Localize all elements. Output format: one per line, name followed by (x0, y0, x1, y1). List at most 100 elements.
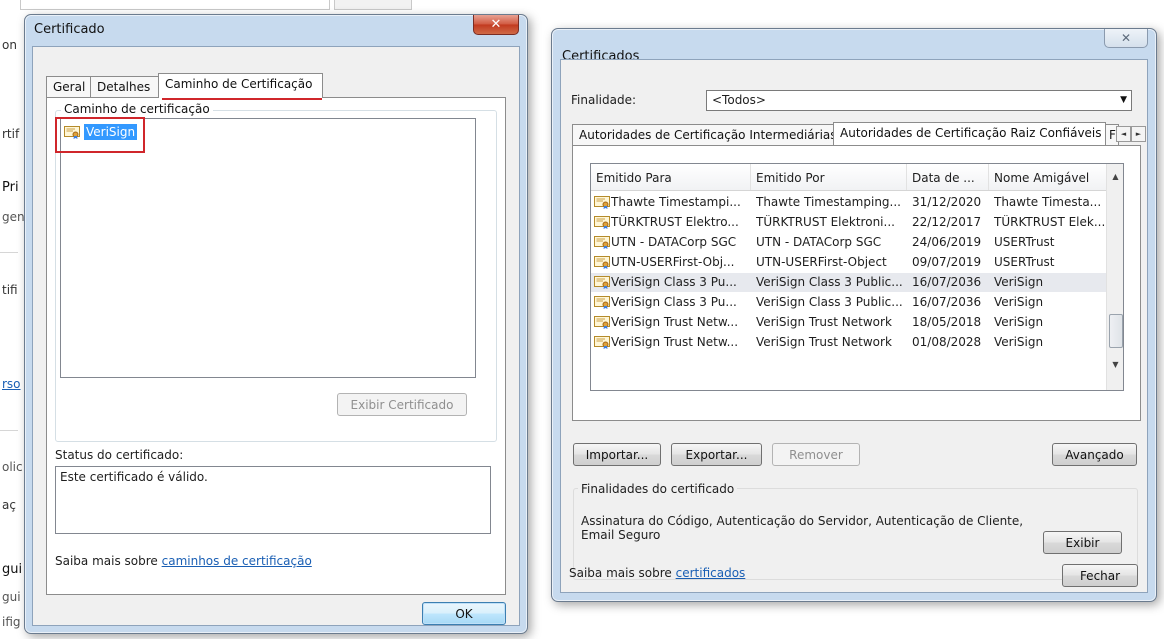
table-cell: UTN-USERFirst-Object (756, 255, 887, 269)
tab-trusted-root-authorities[interactable]: Autoridades de Certificação Raiz Confiáv… (833, 122, 1106, 145)
purpose-label: Finalidade: (571, 93, 637, 107)
annotation-box (55, 117, 145, 153)
table-cell: 18/05/2018 (912, 315, 982, 329)
background-input (20, 0, 330, 10)
certificate-dialog-body: Geral Detalhes Caminho de Certificação C… (32, 46, 520, 626)
background-divider (0, 430, 18, 431)
certificate-dialog-title: Certificado (34, 22, 105, 37)
tab-details[interactable]: Detalhes (90, 76, 159, 97)
background-toolbar (0, 0, 420, 14)
certificate-icon (594, 296, 610, 309)
background-text: rtif (2, 127, 20, 141)
column-expiration[interactable]: Data de ... (907, 164, 989, 190)
table-row[interactable]: UTN - DATACorp SGC UTN - DATACorp SGC 24/0… (591, 233, 1115, 252)
certificate-icon (594, 236, 610, 249)
table-row[interactable]: VeriSign Class 3 Pu... VeriSign Class 3 P… (591, 293, 1115, 312)
table-row[interactable]: TÜRKTRUST Elektro... TÜRKTRUST Elektroni.… (591, 213, 1115, 232)
table-row[interactable]: Thawte Timestampi... Thawte Timestamping.… (591, 193, 1115, 212)
certificates-dialog-body: Finalidade: <Todos> ▼ Autoridades de Cer… (560, 59, 1148, 593)
table-row[interactable]: VeriSign Trust Netw... VeriSign Trust Net… (591, 333, 1115, 352)
purposes-group-label: Finalidades do certificado (578, 482, 738, 496)
export-button[interactable]: Exportar... (671, 443, 762, 466)
status-textbox[interactable]: Este certificado é válido. (55, 466, 491, 534)
certification-path-tree[interactable]: VeriSign (60, 118, 476, 378)
table-cell: VeriSign Class 3 Pu... (594, 275, 737, 289)
column-issued-to[interactable]: Emitido Para (591, 164, 751, 190)
learn-more-prefix: Saiba mais sobre (55, 554, 162, 568)
table-cell: VeriSign Trust Network (756, 315, 892, 329)
table-cell: UTN - DATACorp SGC (756, 235, 882, 249)
table-cell: UTN - DATACorp SGC (594, 235, 736, 249)
scroll-right-icon[interactable]: ► (1131, 126, 1146, 142)
view-button[interactable]: Exibir (1043, 531, 1122, 554)
certificates-dialog-titlebar[interactable]: Certificados ✕ (552, 29, 1156, 64)
table-cell: Thawte Timesta... (994, 195, 1102, 209)
table-row[interactable]: UTN-USERFirst-Obj... UTN-USERFirst-Object… (591, 253, 1115, 272)
table-cell: VeriSign Trust Network (756, 335, 892, 349)
ok-button[interactable]: OK (422, 602, 506, 625)
table-cell: 01/08/2028 (912, 335, 982, 349)
table-cell-text: Thawte Timestampi... (611, 195, 741, 209)
background-text: gen (2, 210, 25, 224)
scroll-down-icon[interactable]: ▼ (1107, 356, 1123, 373)
table-cell: UTN-USERFirst-Obj... (594, 255, 735, 269)
import-button[interactable]: Importar... (573, 443, 661, 466)
tab-scroll-buttons: ◄ ► (1116, 126, 1146, 142)
certificate-icon (594, 276, 610, 289)
certificate-dialog-titlebar[interactable]: Certificado ✕ (25, 15, 527, 45)
tab-general[interactable]: Geral (46, 76, 91, 97)
view-certificate-button[interactable]: Exibir Certificado (337, 393, 467, 416)
purposes-line: Email Seguro (581, 528, 661, 542)
table-cell-text: VeriSign Trust Netw... (611, 315, 739, 329)
certificate-dialog: Certificado ✕ Geral Detalhes Caminho de … (24, 14, 528, 634)
background-text: on (2, 38, 17, 52)
table-row[interactable]: VeriSign Class 3 Pu... VeriSign Class 3 P… (591, 273, 1115, 292)
table-cell: 24/06/2019 (912, 235, 982, 249)
table-row[interactable]: VeriSign Trust Netw... VeriSign Trust Net… (591, 313, 1115, 332)
table-cell: 16/07/2036 (912, 295, 982, 309)
table-cell: VeriSign (994, 295, 1044, 309)
background-divider (0, 252, 18, 253)
table-cell-text: TÜRKTRUST Elektro... (611, 215, 739, 229)
certificate-icon (594, 316, 610, 329)
column-friendly-name[interactable]: Nome Amigável (989, 164, 1107, 190)
close-icon: ✕ (490, 17, 502, 32)
scroll-left-icon[interactable]: ◄ (1116, 126, 1131, 142)
tab-certification-path[interactable]: Caminho de Certificação (158, 73, 323, 98)
certificates-dialog: Certificados ✕ Finalidade: <Todos> ▼ Aut… (551, 28, 1157, 602)
table-cell: VeriSign Class 3 Public... (756, 295, 903, 309)
background-text: Pri (2, 180, 19, 195)
list-scrollbar[interactable]: ▲ ▼ (1106, 164, 1123, 390)
purpose-select[interactable]: <Todos> ▼ (706, 90, 1132, 111)
close-dialog-button[interactable]: Fechar (1062, 564, 1138, 587)
certificates-link[interactable]: certificados (676, 566, 746, 580)
table-cell: TÜRKTRUST Elek... (994, 215, 1106, 229)
close-icon: ✕ (1120, 31, 1132, 45)
certification-path-page: Caminho de certificação VeriSign Exibir … (46, 97, 506, 595)
remove-button[interactable]: Remover (772, 443, 860, 466)
scrollbar-thumb[interactable] (1109, 314, 1123, 348)
tab-intermediate-authorities[interactable]: Autoridades de Certificação Intermediári… (572, 124, 837, 145)
close-button[interactable]: ✕ (473, 15, 519, 35)
background-text: gui (2, 562, 23, 577)
background-text: aç (2, 498, 16, 512)
background-text: tifi (2, 283, 18, 297)
purpose-value: <Todos> (712, 93, 766, 107)
advanced-button[interactable]: Avançado (1052, 443, 1137, 466)
table-cell: 22/12/2017 (912, 215, 982, 229)
table-cell: VeriSign Class 3 Public... (756, 275, 903, 289)
certification-path-link[interactable]: caminhos de certificação (162, 554, 312, 568)
purposes-line: Assinatura do Código, Autenticação do Se… (581, 514, 1024, 528)
certificate-list[interactable]: Emitido Para Emitido Por Data de ... Nom… (590, 163, 1124, 391)
certificate-icon (594, 336, 610, 349)
certificate-icon (594, 216, 610, 229)
close-button[interactable]: ✕ (1104, 29, 1148, 48)
background-text: olic (2, 460, 23, 474)
background-link[interactable]: rso (2, 377, 21, 391)
certification-path-label: Caminho de certificação (61, 102, 213, 116)
list-header: Emitido Para Emitido Por Data de ... Nom… (591, 164, 1123, 191)
column-issued-by[interactable]: Emitido Por (751, 164, 907, 190)
table-cell-text: UTN-USERFirst-Obj... (611, 255, 735, 269)
table-cell-text: VeriSign Class 3 Pu... (611, 295, 737, 309)
scroll-up-icon[interactable]: ▲ (1107, 168, 1123, 185)
